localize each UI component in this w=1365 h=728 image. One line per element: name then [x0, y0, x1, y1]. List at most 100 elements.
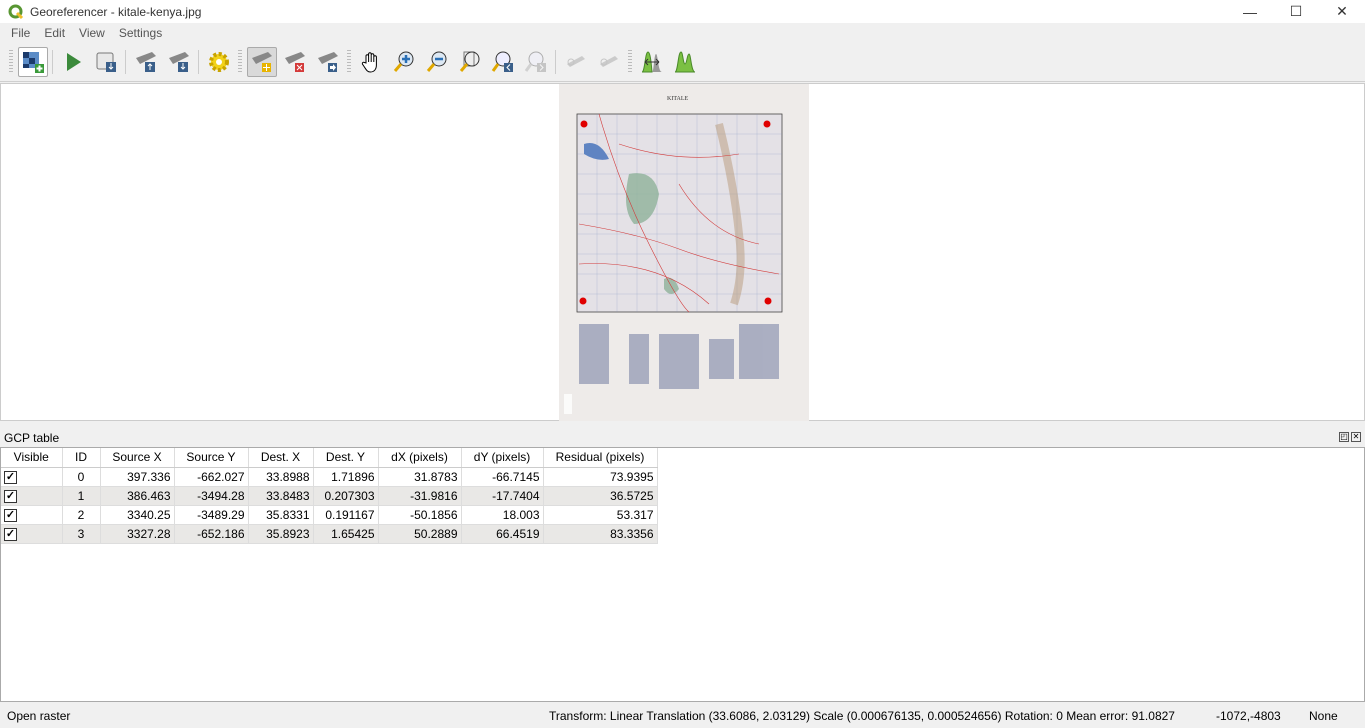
src-x-cell[interactable]: 397.336 [100, 467, 175, 487]
dst-y-cell[interactable]: 0.207303 [313, 486, 379, 506]
zoom-next-button[interactable] [521, 47, 551, 77]
load-gcp-icon [135, 51, 156, 72]
table-row[interactable]: ✓ 0 397.336 -662.027 33.8988 1.71896 31.8783 -6… [1, 467, 658, 487]
toolbar-grip[interactable] [628, 49, 632, 74]
link-georeferencer-to-qgis-button[interactable] [561, 47, 591, 77]
float-panel-button[interactable]: ◰ [1339, 432, 1349, 442]
dst-y-cell[interactable]: 1.65425 [313, 524, 379, 544]
residual-cell[interactable]: 53.317 [543, 505, 658, 525]
crs-label[interactable]: None [1309, 709, 1338, 723]
open-raster-button[interactable] [17, 46, 48, 77]
src-x-cell[interactable]: 386.463 [100, 486, 175, 506]
table-row[interactable]: ✓ 3 3327.28 -652.186 35.8923 1.65425 50.2889 66… [1, 524, 658, 544]
menu-settings[interactable]: Settings [112, 26, 169, 40]
link-qgis-to-georeferencer-button[interactable] [594, 47, 624, 77]
column-header[interactable]: Residual (pixels) [543, 448, 658, 468]
panel-splitter[interactable] [0, 421, 1365, 428]
id-cell[interactable]: 3 [62, 524, 101, 544]
pan-hand-icon [361, 51, 377, 73]
column-header[interactable]: Source Y [174, 448, 249, 468]
dx-cell[interactable]: -31.9816 [378, 486, 462, 506]
column-header[interactable]: ID [62, 448, 101, 468]
visible-cell: ✓ [1, 524, 63, 544]
pan-button[interactable] [356, 47, 386, 77]
src-y-cell[interactable]: -3494.28 [174, 486, 249, 506]
load-gcp-points-button[interactable] [131, 47, 161, 77]
status-bar: Open raster Transform: Linear Translatio… [0, 703, 1365, 728]
column-header[interactable]: Dest. Y [313, 448, 379, 468]
dst-x-cell[interactable]: 33.8988 [248, 467, 314, 487]
visible-checkbox[interactable]: ✓ [4, 489, 17, 503]
gcp-point-3[interactable] [763, 120, 771, 128]
table-row[interactable]: ✓ 2 3340.25 -3489.29 35.8331 0.191167 -50.1856… [1, 505, 658, 525]
src-x-cell[interactable]: 3327.28 [100, 524, 175, 544]
full-histogram-stretch-button[interactable] [637, 47, 667, 77]
toolbar-grip[interactable] [9, 49, 13, 74]
dst-x-cell[interactable]: 35.8331 [248, 505, 314, 525]
column-header[interactable]: Dest. X [248, 448, 314, 468]
dst-x-cell[interactable]: 35.8923 [248, 524, 314, 544]
dx-cell[interactable]: -50.1856 [378, 505, 462, 525]
column-header[interactable]: dY (pixels) [461, 448, 544, 468]
src-y-cell[interactable]: -3489.29 [174, 505, 249, 525]
residual-cell[interactable]: 83.3356 [543, 524, 658, 544]
gcp-point-0[interactable] [580, 120, 588, 128]
dst-y-cell[interactable]: 1.71896 [313, 467, 379, 487]
minimize-button[interactable]: — [1227, 0, 1273, 23]
zoom-in-icon [393, 51, 413, 72]
zoom-out-button[interactable] [422, 47, 452, 77]
src-y-cell[interactable]: -652.186 [174, 524, 249, 544]
dy-cell[interactable]: 66.4519 [461, 524, 544, 544]
zoom-to-layer-button[interactable] [455, 47, 485, 77]
save-gcp-points-button[interactable] [164, 47, 194, 77]
dst-x-cell[interactable]: 33.8483 [248, 486, 314, 506]
save-gcp-icon [168, 51, 189, 72]
menu-view[interactable]: View [72, 26, 112, 40]
table-row[interactable]: ✓ 1 386.463 -3494.28 33.8483 0.207303 -31.9816… [1, 486, 658, 506]
toolbar-separator [198, 49, 199, 74]
column-header[interactable]: dX (pixels) [378, 448, 462, 468]
id-cell[interactable]: 1 [62, 486, 101, 506]
dst-y-cell[interactable]: 0.191167 [313, 505, 379, 525]
dy-cell[interactable]: -17.7404 [461, 486, 544, 506]
zoom-last-icon [491, 51, 513, 72]
maximize-button[interactable]: ☐ [1273, 0, 1319, 23]
id-cell[interactable]: 0 [62, 467, 101, 487]
toolbar-grip[interactable] [347, 49, 351, 74]
dy-cell[interactable]: 18.003 [461, 505, 544, 525]
gcp-table: Visible ID Source X Source Y Dest. X Dest. Yd… [0, 447, 1365, 702]
zoom-last-button[interactable] [488, 47, 518, 77]
add-point-button[interactable] [246, 46, 277, 77]
transformation-settings-button[interactable] [204, 47, 234, 77]
dx-cell[interactable]: 50.2889 [378, 524, 462, 544]
move-gcp-point-button[interactable] [313, 47, 343, 77]
dy-cell[interactable]: -66.7145 [461, 467, 544, 487]
gcp-point-2[interactable] [764, 297, 772, 305]
visible-checkbox[interactable]: ✓ [4, 508, 17, 522]
visible-cell: ✓ [1, 486, 63, 506]
id-cell[interactable]: 2 [62, 505, 101, 525]
column-header[interactable]: Source X [100, 448, 175, 468]
georeferencer-canvas[interactable]: KITALE [0, 83, 1365, 421]
zoom-out-icon [426, 51, 446, 72]
start-georeferencing-button[interactable] [58, 47, 88, 77]
dx-cell[interactable]: 31.8783 [378, 467, 462, 487]
close-panel-button[interactable]: ✕ [1351, 432, 1361, 442]
visible-checkbox[interactable]: ✓ [4, 470, 17, 484]
visible-checkbox[interactable]: ✓ [4, 527, 17, 541]
local-histogram-stretch-button[interactable] [670, 47, 700, 77]
src-x-cell[interactable]: 3340.25 [100, 505, 175, 525]
menu-edit[interactable]: Edit [37, 26, 72, 40]
gcp-point-1[interactable] [579, 297, 587, 305]
residual-cell[interactable]: 36.5725 [543, 486, 658, 506]
toolbar-grip[interactable] [238, 49, 242, 74]
generate-gdal-script-button[interactable] [91, 47, 121, 77]
zoom-in-button[interactable] [389, 47, 419, 77]
play-icon [66, 52, 81, 71]
residual-cell[interactable]: 73.9395 [543, 467, 658, 487]
src-y-cell[interactable]: -662.027 [174, 467, 249, 487]
delete-point-button[interactable] [280, 47, 310, 77]
column-header[interactable]: Visible [1, 448, 63, 468]
close-button[interactable]: ✕ [1319, 0, 1365, 23]
menu-file[interactable]: File [4, 26, 37, 40]
